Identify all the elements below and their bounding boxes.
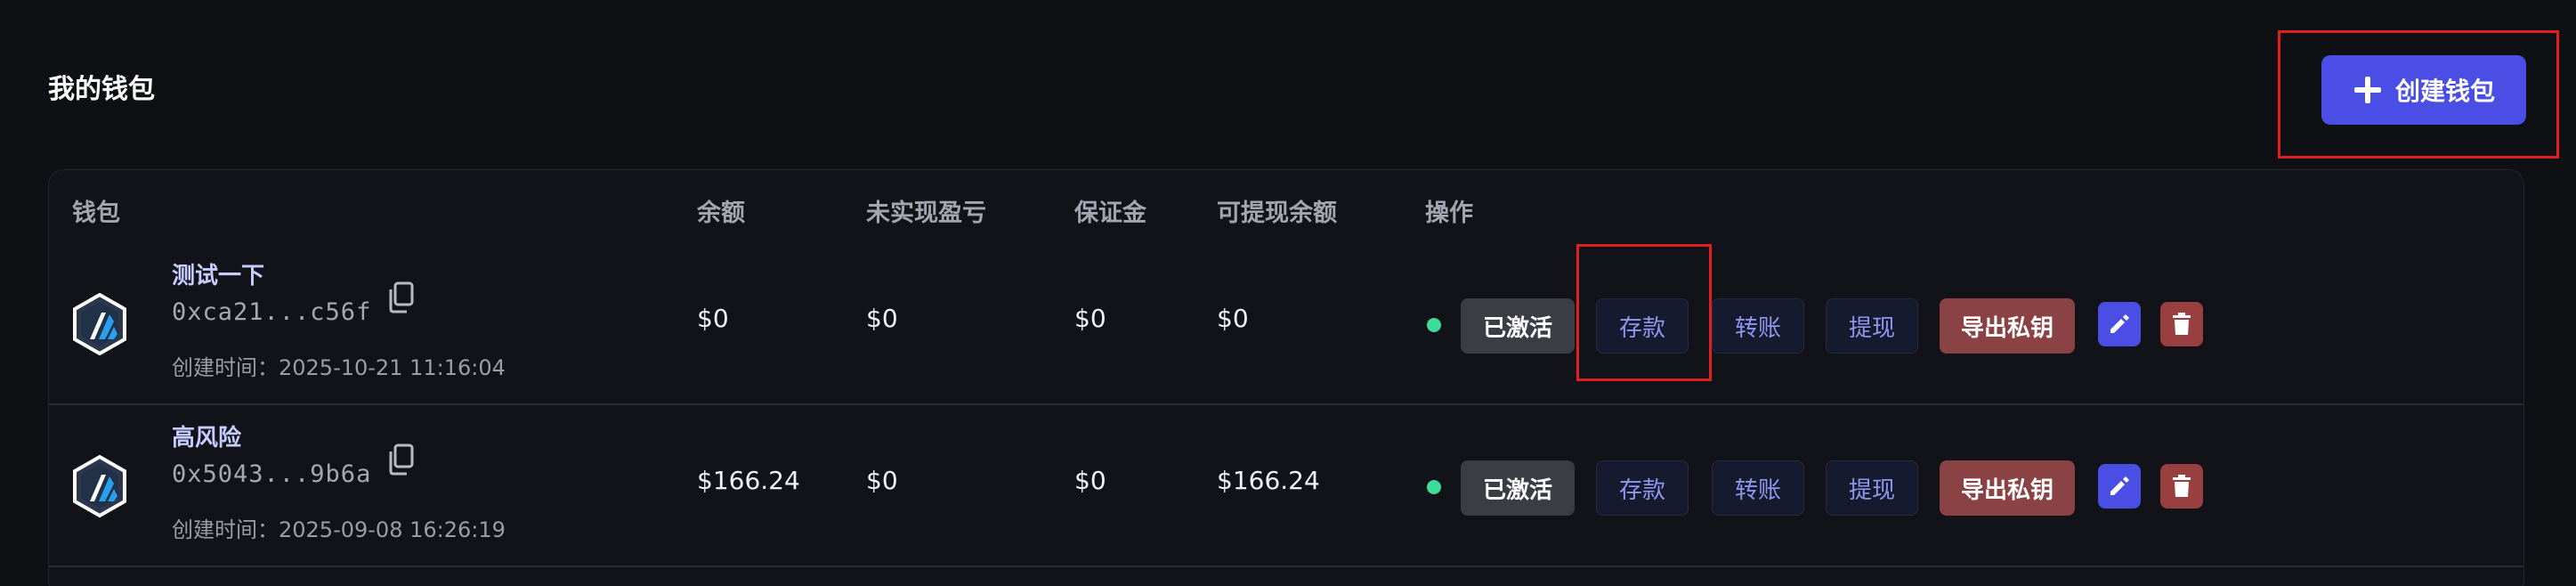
withdrawable-value: $166.24 bbox=[1217, 466, 1320, 495]
plus-icon bbox=[2353, 77, 2381, 103]
create-wallet-label: 创建钱包 bbox=[2394, 77, 2495, 106]
arbitrum-logo-icon bbox=[73, 455, 126, 517]
edit-wallet-button[interactable] bbox=[2098, 302, 2141, 346]
pencil-icon bbox=[2110, 476, 2129, 495]
table-row: 测试一下 0xca21...c56f 创建时间：2025-10-21 11:16… bbox=[49, 243, 2523, 405]
transfer-button[interactable]: 转账 bbox=[1712, 298, 1804, 354]
trash-icon bbox=[2173, 475, 2191, 497]
wallet-address: 0x5043...9b6a bbox=[172, 460, 372, 488]
status-badge[interactable]: 已激活 bbox=[1461, 298, 1575, 354]
balance-value: $166.24 bbox=[697, 466, 800, 495]
withdrawable-value: $0 bbox=[1217, 304, 1249, 333]
wallet-address: 0xca21...c56f bbox=[172, 298, 372, 326]
wallet-name: 高风险 bbox=[172, 425, 242, 452]
delete-wallet-button[interactable] bbox=[2160, 302, 2203, 346]
trash-icon bbox=[2173, 313, 2191, 335]
transfer-button[interactable]: 转账 bbox=[1712, 460, 1804, 516]
margin-value: $0 bbox=[1074, 304, 1106, 333]
column-header-withdrawable: 可提现余额 bbox=[1217, 199, 1337, 227]
created-at: 创建时间：2025-09-08 16:26:19 bbox=[172, 517, 506, 542]
edit-wallet-button[interactable] bbox=[2098, 464, 2141, 509]
delete-wallet-button[interactable] bbox=[2160, 464, 2203, 509]
copy-icon[interactable] bbox=[385, 443, 416, 476]
withdraw-button[interactable]: 提现 bbox=[1826, 460, 1918, 516]
status-badge[interactable]: 已激活 bbox=[1461, 460, 1575, 516]
deposit-button[interactable]: 存款 bbox=[1596, 460, 1689, 516]
copy-icon[interactable] bbox=[385, 281, 416, 314]
wallet-table: 钱包 余额 未实现盈亏 保证金 可提现余额 操作 测试一下 0xca21...c… bbox=[48, 169, 2524, 586]
status-dot bbox=[1427, 318, 1441, 332]
wallet-name: 测试一下 bbox=[172, 263, 265, 289]
table-row: 高风险 0x5043...9b6a 创建时间：2025-09-08 16:26:… bbox=[49, 405, 2523, 567]
created-at: 创建时间：2025-10-21 11:16:04 bbox=[172, 355, 506, 380]
column-header-wallet: 钱包 bbox=[72, 199, 120, 227]
export-private-key-button[interactable]: 导出私钥 bbox=[1940, 460, 2075, 516]
deposit-button[interactable]: 存款 bbox=[1596, 298, 1689, 354]
arbitrum-logo-icon bbox=[73, 293, 126, 355]
wallet-page: 我的钱包 创建钱包 钱包 余额 未实现盈亏 保证金 可提现余额 操作 测试一下 … bbox=[0, 0, 2576, 586]
column-header-unrealized-pnl: 未实现盈亏 bbox=[866, 199, 986, 227]
column-header-actions: 操作 bbox=[1425, 199, 1473, 227]
table-header: 钱包 余额 未实现盈亏 保证金 可提现余额 操作 bbox=[49, 170, 2523, 243]
pencil-icon bbox=[2110, 314, 2129, 333]
unrealized-pnl-value: $0 bbox=[866, 466, 898, 495]
balance-value: $0 bbox=[697, 304, 729, 333]
create-wallet-button[interactable]: 创建钱包 bbox=[2321, 55, 2526, 125]
unrealized-pnl-value: $0 bbox=[866, 304, 898, 333]
column-header-margin: 保证金 bbox=[1074, 199, 1146, 227]
column-header-balance: 余额 bbox=[697, 199, 745, 227]
status-dot bbox=[1427, 480, 1441, 494]
withdraw-button[interactable]: 提现 bbox=[1826, 298, 1918, 354]
page-title: 我的钱包 bbox=[48, 74, 155, 105]
export-private-key-button[interactable]: 导出私钥 bbox=[1940, 298, 2075, 354]
margin-value: $0 bbox=[1074, 466, 1106, 495]
